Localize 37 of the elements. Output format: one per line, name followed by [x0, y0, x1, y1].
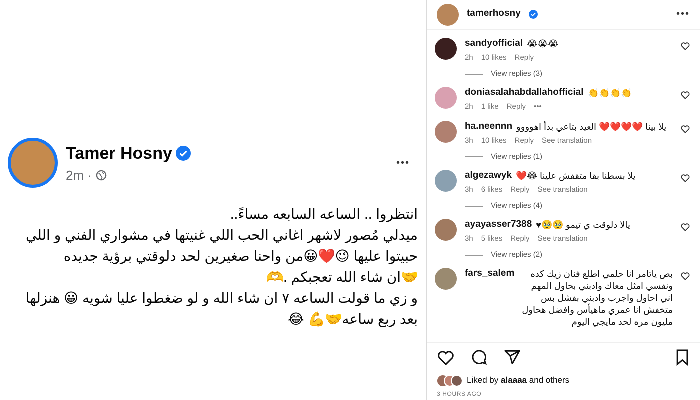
liked-by-text: Liked by alaaaa and others [467, 374, 570, 387]
username[interactable]: algezawyk [465, 170, 512, 182]
send-icon[interactable] [504, 349, 521, 366]
heart-icon[interactable] [681, 174, 690, 183]
more-button[interactable]: ••• [396, 156, 410, 170]
heart-icon[interactable] [681, 91, 690, 100]
comment-text: بص ياتامر انا حلمي اطلع فنان زيك كده ونفسي امثل معاك وادبني بحاول المهم اني احاول واجرب وادبني بفشل بس متخفش انا عمري ماهيأس وافضل هحاول مليون مره لحد مايجي اليوم [521, 268, 673, 328]
globe-icon [96, 170, 107, 182]
avatar-image[interactable] [435, 38, 457, 60]
more-button[interactable]: ••• [676, 7, 690, 22]
heart-icon[interactable] [681, 272, 690, 282]
heart-icon[interactable] [681, 223, 690, 232]
username[interactable]: fars_salem [465, 268, 515, 280]
comment-text: يلا بينا ❤❤❤❤ العيد بتاعي بدأ اهوووو [516, 120, 667, 132]
username[interactable]: doniasalahabdallahofficial [465, 87, 584, 100]
comment-text: 👏👏👏👏 [588, 87, 632, 100]
heart-icon[interactable] [681, 42, 690, 51]
username[interactable]: sandyofficial [465, 38, 524, 50]
bookmark-icon[interactable] [675, 349, 690, 366]
post-text-line: انتظروا .. الساعه السابعه مساءً.. [229, 205, 418, 224]
comment-text: 😭😭😭 [527, 38, 559, 50]
heart-icon[interactable] [681, 124, 690, 134]
post-text-line: 🤝ان شاء الله تعجبكم .🫶 [266, 268, 418, 288]
post-text-line: و زي ما قولت الساعه ٧ ان شاء الله و لو ضغطوا عليا شويه 😀 هنزلها [24, 289, 418, 308]
comment-icon[interactable] [471, 349, 488, 366]
post-text-line: حبيتوا عليها 😉❤😀من واحنا صغيرين لحد دلوقتي برؤية جديده [62, 247, 418, 266]
post-text-line: ميدلي مُصور لاشهر اغاني الحب اللي غنيتها في مشواري الفني و اللي [24, 226, 418, 246]
username[interactable]: ayayasser7388 [465, 219, 532, 231]
heart-icon[interactable] [437, 350, 455, 366]
username[interactable]: tamerhosny [467, 7, 521, 22]
avatar-stack-icon [437, 374, 463, 387]
post-text-line: بعد ربع ساعه🤝💪 😂 [287, 310, 418, 330]
comment-text: يلا بسطنا بقا متقفش علينا 😂❤ [516, 170, 636, 182]
username[interactable]: ha.neennn [465, 120, 513, 132]
author-name[interactable]: Tamer Hosny [66, 140, 172, 166]
comment-text: يالا دلوقت ي تيمو 🥹🥹♥ [536, 219, 630, 231]
post-time[interactable]: 2m · [66, 166, 92, 186]
